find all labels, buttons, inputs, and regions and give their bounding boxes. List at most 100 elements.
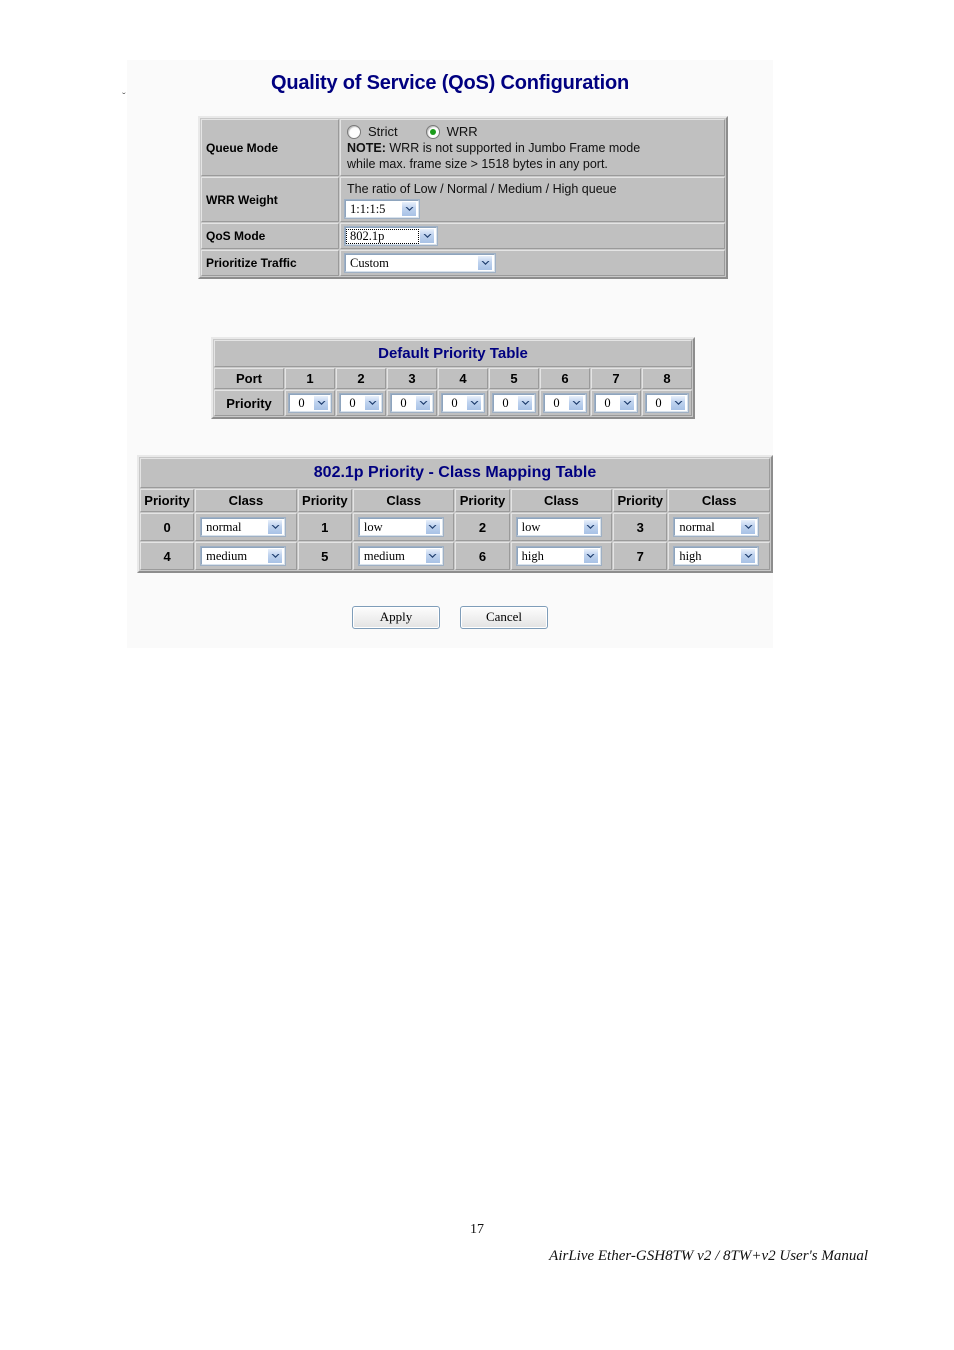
chevron-down-icon[interactable]: [267, 548, 284, 564]
priority-value-0: 0: [140, 513, 195, 541]
table-row-wrr-weight: WRR Weight The ratio of Low / Normal / M…: [201, 177, 725, 222]
chevron-down-icon[interactable]: [419, 228, 435, 244]
chevron-down-icon[interactable]: [364, 395, 380, 411]
priority-select-port-1[interactable]: 0: [288, 393, 332, 413]
class-select-priority-4[interactable]: medium: [200, 546, 287, 566]
priority-select-port-8[interactable]: 0: [645, 393, 689, 413]
port-row-header: Port: [214, 368, 284, 389]
priority-select-port-6-value: 0: [553, 395, 560, 410]
priority-value-2: 2: [455, 513, 510, 541]
radio-wrr[interactable]: [425, 124, 440, 139]
prioritize-traffic-field: Custom: [340, 250, 725, 276]
priority-row-header: Priority: [214, 390, 284, 416]
table-row: 4 medium 5 medium 6 high 7 high: [140, 542, 770, 570]
priority-value-3: 3: [613, 513, 668, 541]
class-select-priority-1[interactable]: low: [357, 517, 444, 537]
cancel-button[interactable]: Cancel: [460, 606, 548, 629]
apply-button[interactable]: Apply: [352, 606, 440, 629]
port-header-3: 3: [387, 368, 437, 389]
priority-select-port-4[interactable]: 0: [441, 393, 485, 413]
priority-cell-port-4: 0: [438, 390, 488, 416]
table-row-qos-mode: QoS Mode 802.1p: [201, 223, 725, 249]
class-select-priority-0[interactable]: normal: [200, 517, 287, 537]
chevron-down-icon[interactable]: [477, 255, 493, 271]
radio-strict[interactable]: [347, 124, 361, 139]
priority-cell-port-2: 0: [336, 390, 386, 416]
chevron-down-icon[interactable]: [313, 395, 329, 411]
table-row-port: Port 12345678: [214, 368, 692, 389]
chevron-down-icon[interactable]: [424, 519, 441, 535]
chevron-down-icon[interactable]: [619, 395, 635, 411]
chevron-down-icon[interactable]: [517, 395, 533, 411]
chevron-down-icon[interactable]: [401, 201, 417, 217]
priority-select-port-7[interactable]: 0: [594, 393, 638, 413]
prioritize-traffic-value: Custom: [350, 255, 389, 270]
class-cell-priority-4: medium: [195, 542, 297, 570]
note-line-2: while max. frame size > 1518 bytes in an…: [347, 157, 608, 171]
priority-cell-port-8: 0: [642, 390, 692, 416]
chevron-down-icon[interactable]: [424, 548, 441, 564]
chevron-down-icon[interactable]: [466, 395, 482, 411]
table-caption-row: 802.1p Priority - Class Mapping Table: [140, 458, 770, 488]
wrr-weight-select[interactable]: 1:1:1:5: [344, 199, 420, 219]
port-header-2: 2: [336, 368, 386, 389]
chevron-down-icon[interactable]: [267, 519, 284, 535]
priority-select-port-1-value: 0: [298, 395, 305, 410]
qos-mode-field: 802.1p: [340, 223, 725, 249]
class-select-priority-5[interactable]: medium: [357, 546, 444, 566]
class-cell-priority-2: low: [510, 513, 613, 541]
chevron-down-icon[interactable]: [740, 519, 757, 535]
qos-configuration-panel: Quality of Service (QoS) Configuration Q…: [127, 60, 773, 648]
priority-select-port-2[interactable]: 0: [339, 393, 383, 413]
class-select-priority-2-value: low: [521, 519, 541, 534]
priority-select-port-8-value: 0: [655, 395, 662, 410]
class-select-priority-6[interactable]: high: [515, 546, 602, 566]
class-select-priority-0-value: normal: [206, 519, 242, 534]
class-select-priority-3[interactable]: normal: [673, 517, 760, 537]
page-title: Quality of Service (QoS) Configuration: [271, 72, 629, 94]
note-prefix: NOTE:: [347, 141, 386, 155]
priority-select-port-3[interactable]: 0: [390, 393, 434, 413]
priority-cell-port-6: 0: [540, 390, 590, 416]
priority-select-port-5[interactable]: 0: [492, 393, 536, 413]
qos-mode-value: 802.1p: [346, 228, 419, 244]
mapping-header-3-class: Class: [352, 489, 455, 512]
table-caption-row: Default Priority Table: [214, 340, 692, 367]
class-cell-priority-0: normal: [195, 513, 297, 541]
prioritize-traffic-select[interactable]: Custom: [344, 253, 496, 273]
class-cell-priority-1: low: [352, 513, 455, 541]
table-row-priority: Priority 0 0 0 0 0 0 0 0: [214, 390, 692, 416]
mapping-header-7-class: Class: [668, 489, 770, 512]
class-select-priority-2[interactable]: low: [515, 517, 602, 537]
table-row: 0 normal 1 low 2 low 3 normal: [140, 513, 770, 541]
form-button-row: Apply Cancel: [127, 606, 773, 629]
table-row-prioritize-traffic: Prioritize Traffic Custom: [201, 250, 725, 276]
mapping-header-2-priority: Priority: [297, 489, 352, 512]
chevron-down-icon[interactable]: [670, 395, 686, 411]
class-select-priority-3-value: normal: [679, 519, 715, 534]
qos-mode-select[interactable]: 802.1p: [344, 226, 438, 246]
chevron-down-icon[interactable]: [740, 548, 757, 564]
port-header-7: 7: [591, 368, 641, 389]
chevron-down-icon[interactable]: [582, 519, 599, 535]
class-cell-priority-6: high: [510, 542, 613, 570]
priority-value-4: 4: [140, 542, 195, 570]
priority-class-mapping-table: 802.1p Priority - Class Mapping Table Pr…: [137, 455, 773, 573]
qos-config-table: Queue Mode Strict WRR NOTE: WRR is not s…: [198, 116, 728, 279]
priority-select-port-6[interactable]: 0: [543, 393, 587, 413]
chevron-down-icon[interactable]: [568, 395, 584, 411]
class-select-priority-6-value: high: [521, 548, 544, 563]
wrr-weight-field: The ratio of Low / Normal / Medium / Hig…: [340, 177, 725, 222]
priority-select-port-7-value: 0: [604, 395, 611, 410]
chevron-down-icon[interactable]: [582, 548, 599, 564]
class-select-priority-7[interactable]: high: [673, 546, 760, 566]
priority-cell-port-1: 0: [285, 390, 335, 416]
chevron-down-icon[interactable]: [415, 395, 431, 411]
page-number: 17: [470, 1222, 484, 1237]
priority-select-port-4-value: 0: [451, 395, 458, 410]
priority-cell-port-5: 0: [489, 390, 539, 416]
priority-cell-port-3: 0: [387, 390, 437, 416]
queue-mode-field: Strict WRR NOTE: WRR is not supported in…: [340, 119, 725, 176]
class-select-priority-7-value: high: [679, 548, 702, 563]
port-header-6: 6: [540, 368, 590, 389]
